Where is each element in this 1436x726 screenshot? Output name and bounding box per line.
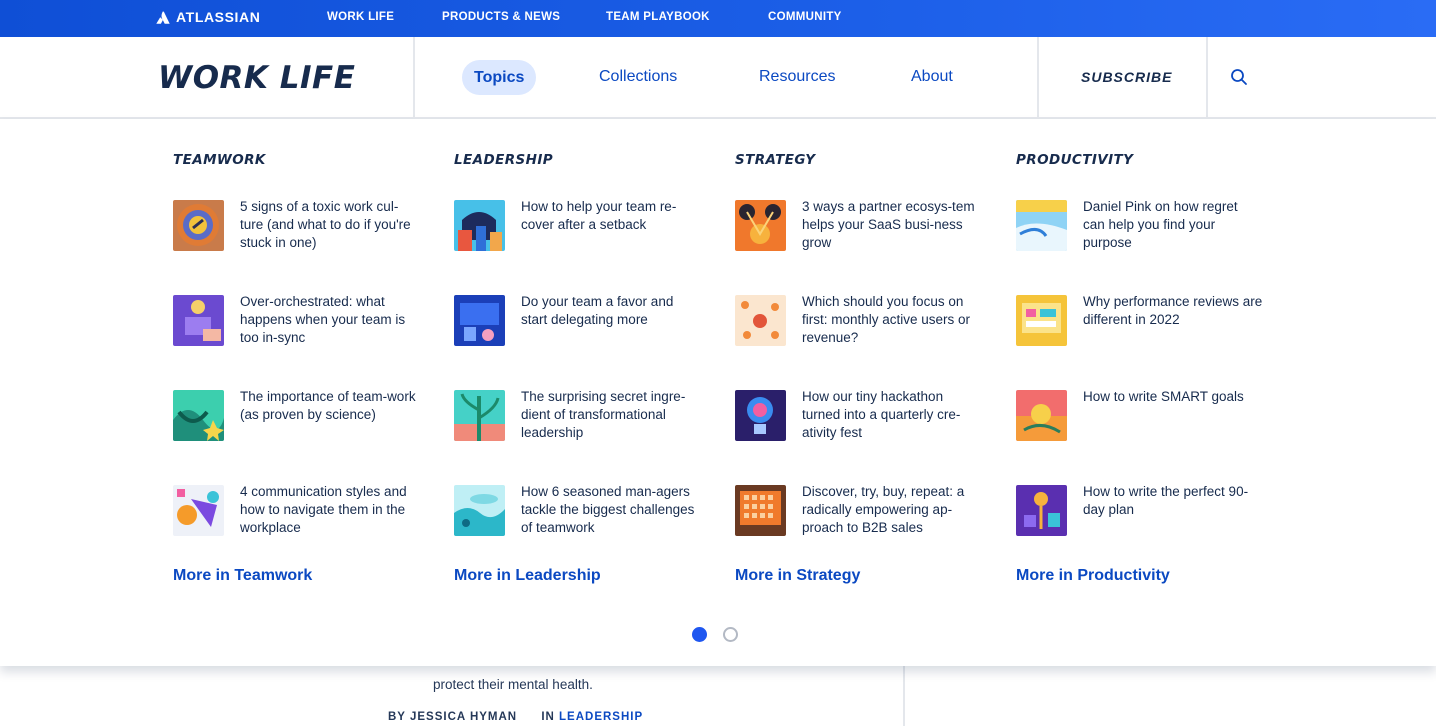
article-thumbnail: [454, 200, 505, 251]
article-link[interactable]: The surprising secret ingre-dient of tra…: [454, 389, 704, 450]
article-link[interactable]: Discover, try, buy, repeat: a radically …: [735, 484, 985, 545]
nav-about[interactable]: About: [911, 68, 953, 86]
category-heading: STRATEGY: [735, 152, 816, 168]
category-heading: TEAMWORK: [173, 152, 266, 168]
article-link[interactable]: How our tiny hackathon turned into a qua…: [735, 389, 985, 450]
article-title: Why performance reviews are different in…: [1083, 294, 1263, 327]
nav-topics[interactable]: Topics: [462, 60, 537, 95]
article-link[interactable]: How to help your team re-cover after a s…: [454, 199, 704, 260]
more-in-leadership-link[interactable]: More in Leadership: [454, 567, 601, 585]
article-link[interactable]: How to write the perfect 90-day plan: [1016, 484, 1266, 545]
article-title: 4 communication styles and how to naviga…: [240, 484, 407, 535]
author-name: BY JESSICA HYMAN: [388, 711, 518, 723]
header-divider: [1037, 37, 1039, 117]
atlassian-mark-icon: [156, 10, 170, 24]
article-link[interactable]: Why performance reviews are different in…: [1016, 294, 1266, 355]
work-life-logo[interactable]: WORK LIFE: [158, 60, 355, 96]
article-link[interactable]: How to write SMART goals: [1016, 389, 1266, 450]
article-title: The importance of team-work (as proven b…: [240, 389, 416, 422]
header-divider: [413, 37, 415, 117]
article-thumbnail: [735, 295, 786, 346]
article-title: How 6 seasoned man-agers tackle the bigg…: [521, 484, 695, 535]
article-thumbnail: [173, 485, 224, 536]
article-title: How to help your team re-cover after a s…: [521, 199, 677, 232]
brand-name: ATLASSIAN: [176, 9, 261, 25]
article-title: The surprising secret ingre-dient of tra…: [521, 389, 686, 440]
global-nav-community[interactable]: COMMUNITY: [768, 11, 842, 23]
article-category-link[interactable]: LEADERSHIP: [559, 711, 643, 723]
article-link[interactable]: Over-orchestrated: what happens when you…: [173, 294, 423, 355]
category-prefix: IN: [541, 711, 555, 723]
pagination-dot-2[interactable]: [723, 627, 738, 642]
article-link[interactable]: Which should you focus on first: monthly…: [735, 294, 985, 355]
article-thumbnail: [173, 200, 224, 251]
article-thumbnail: [1016, 390, 1067, 441]
category-heading: LEADERSHIP: [454, 152, 554, 168]
article-thumbnail: [1016, 295, 1067, 346]
article-thumbnail: [173, 390, 224, 441]
more-in-productivity-link[interactable]: More in Productivity: [1016, 567, 1170, 585]
article-link[interactable]: How 6 seasoned man-agers tackle the bigg…: [454, 484, 704, 545]
nav-resources[interactable]: Resources: [759, 68, 835, 86]
article-thumbnail: [735, 200, 786, 251]
article-link[interactable]: Do your team a favor and start delegatin…: [454, 294, 704, 355]
article-title: How to write SMART goals: [1083, 389, 1244, 404]
article-title: Discover, try, buy, repeat: a radically …: [802, 484, 965, 535]
article-title: 5 signs of a toxic work cul-ture (and wh…: [240, 199, 411, 250]
article-excerpt: protect their mental health.: [433, 677, 593, 692]
article-link[interactable]: 3 ways a partner ecosys-tem helps your S…: [735, 199, 985, 260]
atlassian-logo[interactable]: ATLASSIAN: [156, 9, 260, 25]
article-thumbnail: [173, 295, 224, 346]
article-byline: BY JESSICA HYMAN IN LEADERSHIP: [388, 711, 643, 723]
article-link[interactable]: 5 signs of a toxic work cul-ture (and wh…: [173, 199, 423, 260]
topics-dropdown: TEAMWORK 5 signs of a toxic work cul-tur…: [0, 119, 1436, 666]
article-thumbnail: [454, 295, 505, 346]
global-nav-team-playbook[interactable]: TEAM PLAYBOOK: [606, 11, 710, 23]
article-title: How our tiny hackathon turned into a qua…: [802, 389, 961, 440]
more-in-teamwork-link[interactable]: More in Teamwork: [173, 567, 312, 585]
article-title: How to write the perfect 90-day plan: [1083, 484, 1249, 517]
search-icon[interactable]: [1230, 68, 1248, 86]
article-preview: protect their mental health. BY JESSICA …: [0, 666, 1436, 726]
carousel-pagination: [692, 627, 738, 642]
article-title: Daniel Pink on how regret can help you f…: [1083, 199, 1238, 250]
article-thumbnail: [1016, 200, 1067, 251]
article-link[interactable]: 4 communication styles and how to naviga…: [173, 484, 423, 545]
global-nav-work-life[interactable]: WORK LIFE: [327, 11, 394, 23]
global-nav-bar: ATLASSIAN WORK LIFE PRODUCTS & NEWS TEAM…: [0, 0, 1436, 37]
content-divider: [903, 666, 905, 726]
article-title: Which should you focus on first: monthly…: [802, 294, 971, 345]
article-thumbnail: [454, 390, 505, 441]
article-link[interactable]: The importance of team-work (as proven b…: [173, 389, 423, 450]
article-link[interactable]: Daniel Pink on how regret can help you f…: [1016, 199, 1266, 260]
pagination-dot-1[interactable]: [692, 627, 707, 642]
article-thumbnail: [735, 485, 786, 536]
article-title: Over-orchestrated: what happens when you…: [240, 294, 406, 345]
site-header: WORK LIFE Topics Collections Resources A…: [0, 37, 1436, 119]
article-thumbnail: [1016, 485, 1067, 536]
article-title: 3 ways a partner ecosys-tem helps your S…: [802, 199, 975, 250]
article-thumbnail: [735, 390, 786, 441]
global-nav-products-news[interactable]: PRODUCTS & NEWS: [442, 11, 560, 23]
category-heading: PRODUCTIVITY: [1016, 152, 1134, 168]
more-in-strategy-link[interactable]: More in Strategy: [735, 567, 860, 585]
header-divider: [1206, 37, 1208, 117]
subscribe-button[interactable]: SUBSCRIBE: [1081, 69, 1172, 85]
nav-collections[interactable]: Collections: [599, 68, 677, 86]
article-title: Do your team a favor and start delegatin…: [521, 294, 674, 327]
article-thumbnail: [454, 485, 505, 536]
